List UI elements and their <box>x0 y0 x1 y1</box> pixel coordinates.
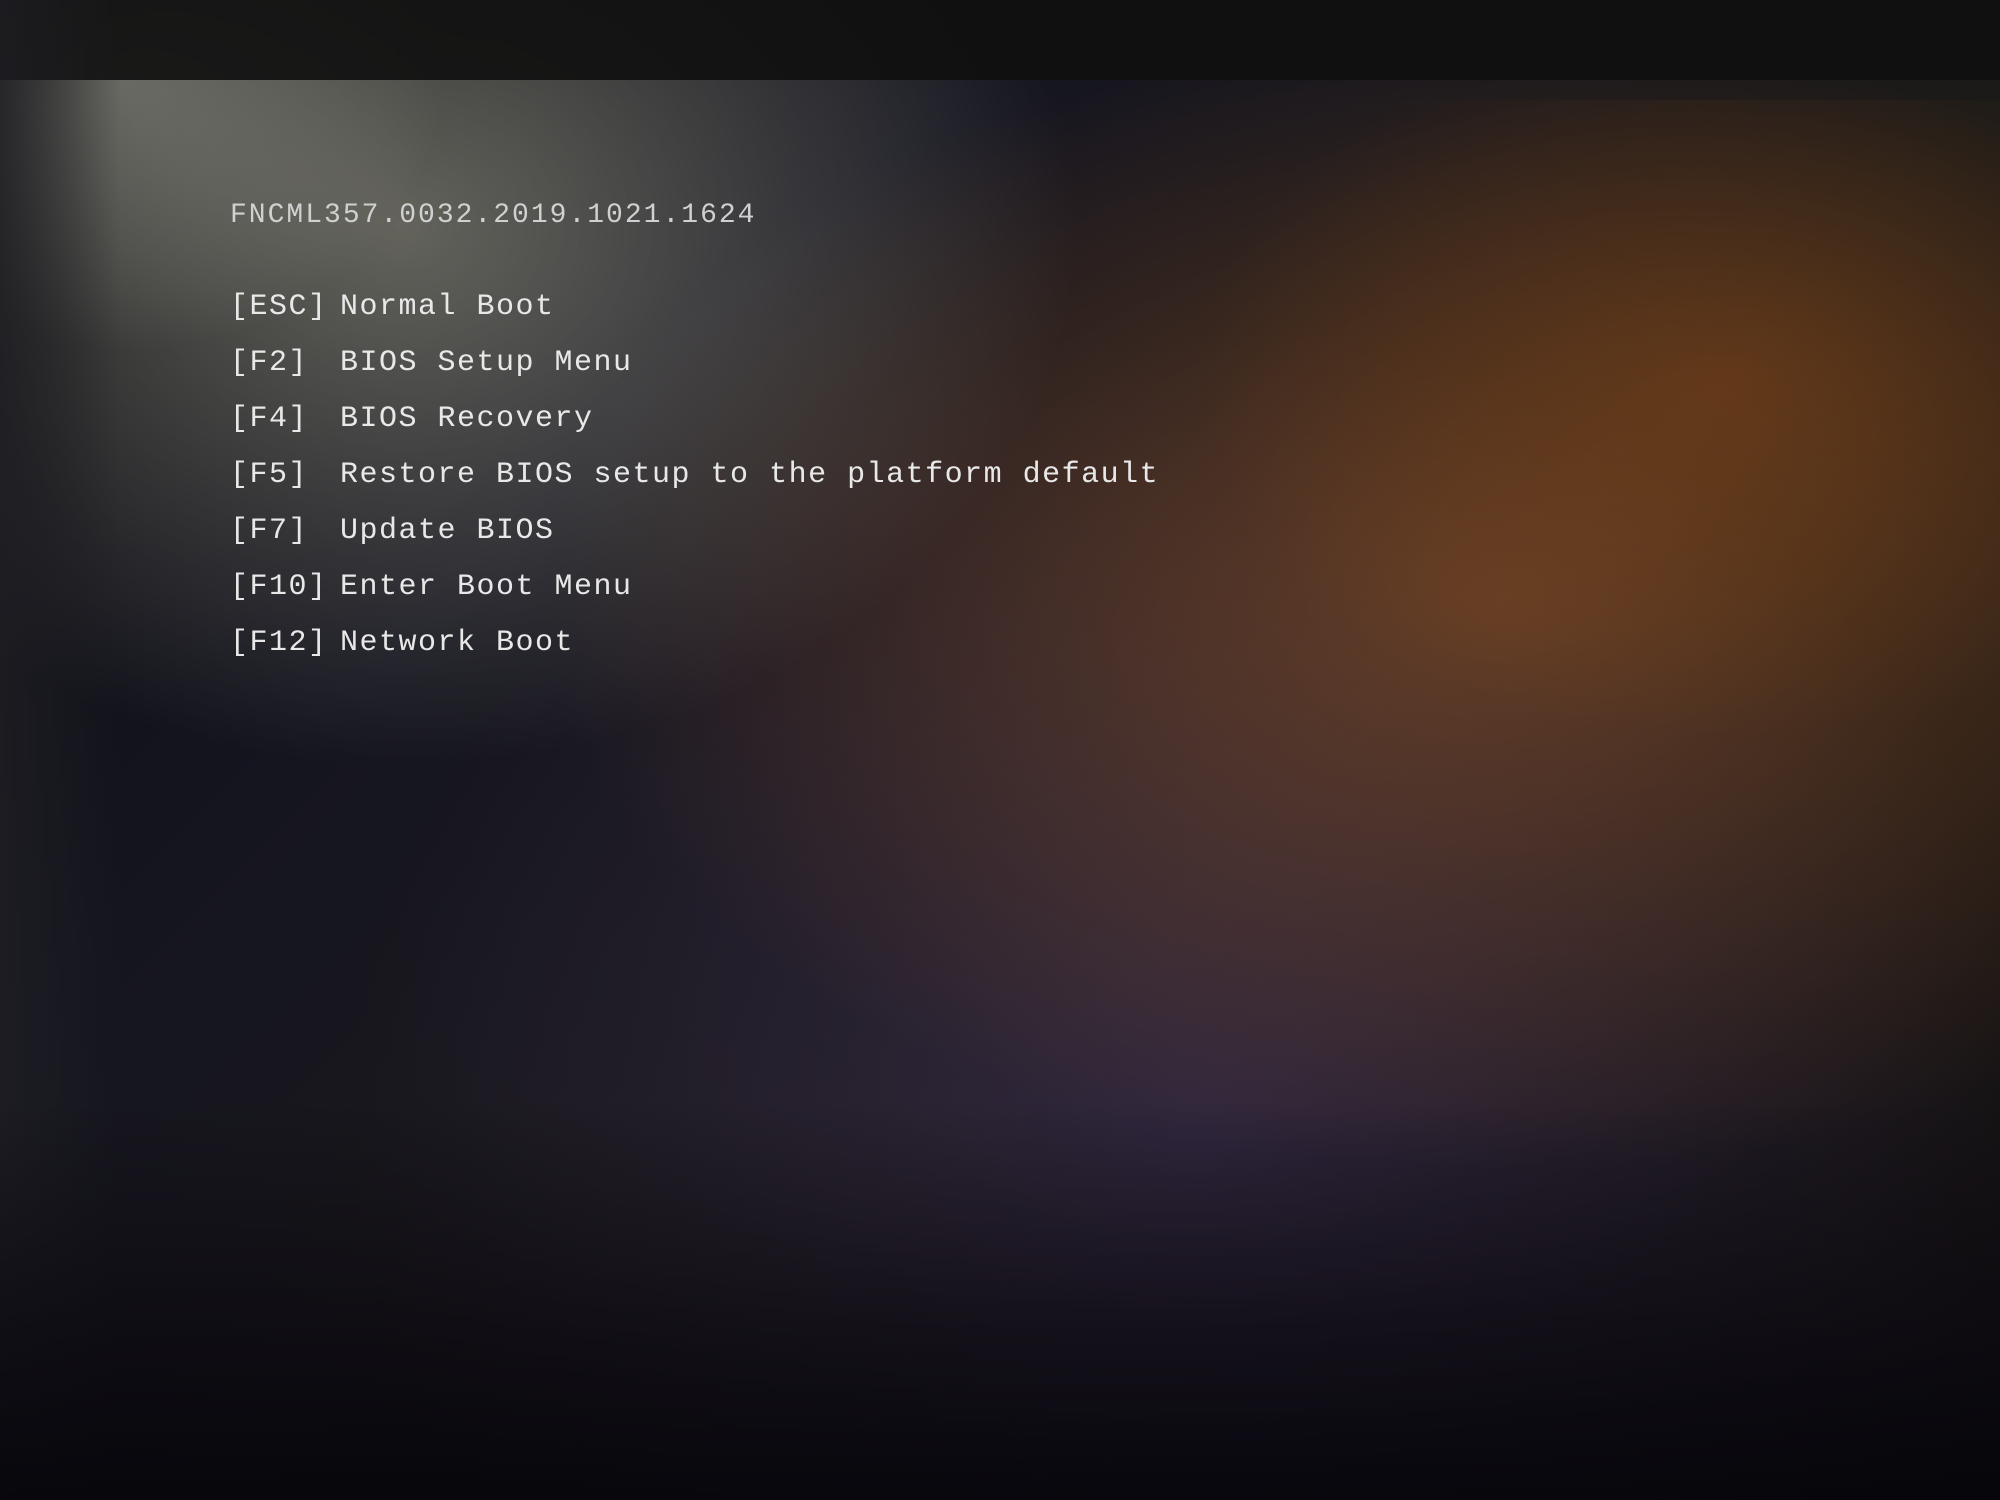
menu-key: [F5] <box>230 454 340 496</box>
bios-screen: FNCML357.0032.2019.1021.1624 [ESC] Norma… <box>0 0 2000 1500</box>
bottom-fade <box>0 1100 2000 1500</box>
left-edge-shadow <box>0 0 120 1500</box>
menu-description: Enter Boot Menu <box>340 566 633 608</box>
menu-item[interactable]: [F7] Update BIOS <box>230 510 1900 552</box>
menu-item[interactable]: [F2] BIOS Setup Menu <box>230 342 1900 384</box>
menu-key: [F4] <box>230 398 340 440</box>
menu-key: [ESC] <box>230 286 340 328</box>
menu-description: Normal Boot <box>340 286 555 328</box>
menu-description: BIOS Setup Menu <box>340 342 633 384</box>
menu-key: [F10] <box>230 566 340 608</box>
firmware-version: FNCML357.0032.2019.1021.1624 <box>230 200 1900 231</box>
menu-description: BIOS Recovery <box>340 398 594 440</box>
menu-description: Restore BIOS setup to the platform defau… <box>340 454 1159 496</box>
menu-description: Update BIOS <box>340 510 555 552</box>
menu-item[interactable]: [F10] Enter Boot Menu <box>230 566 1900 608</box>
menu-key: [F2] <box>230 342 340 384</box>
menu-description: Network Boot <box>340 622 574 664</box>
boot-menu: [ESC] Normal Boot[F2] BIOS Setup Menu[F4… <box>230 286 1900 664</box>
menu-item[interactable]: [F4] BIOS Recovery <box>230 398 1900 440</box>
menu-item[interactable]: [F5] Restore BIOS setup to the platform … <box>230 454 1900 496</box>
menu-key: [F7] <box>230 510 340 552</box>
menu-item[interactable]: [ESC] Normal Boot <box>230 286 1900 328</box>
bios-content: FNCML357.0032.2019.1021.1624 [ESC] Norma… <box>230 200 1900 664</box>
top-bar <box>0 0 2000 80</box>
menu-item[interactable]: [F12] Network Boot <box>230 622 1900 664</box>
menu-key: [F12] <box>230 622 340 664</box>
